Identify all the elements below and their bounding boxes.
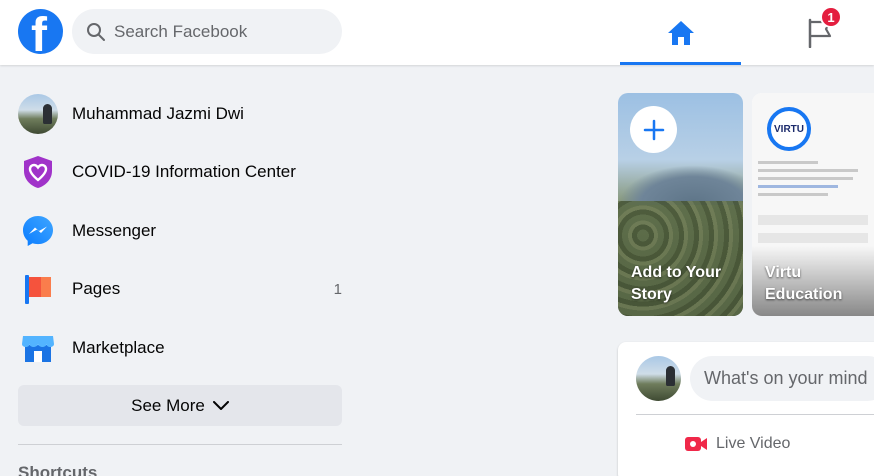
see-more-label: See More <box>131 395 205 415</box>
plus-icon <box>643 119 664 140</box>
sidebar-item-label: Messenger <box>72 221 157 240</box>
story-card-virtu-education[interactable]: VIRTU Virtu Education <box>752 93 874 316</box>
search-input[interactable] <box>114 21 314 42</box>
sidebar-item-pages[interactable]: Pages 1 <box>18 264 348 314</box>
preview-button-row <box>758 233 868 243</box>
top-navigation-bar: f 1 <box>0 0 874 65</box>
notification-badge: 1 <box>820 6 842 28</box>
pages-count: 1 <box>333 280 342 298</box>
sidebar-divider <box>18 444 342 445</box>
story-owner-avatar: VIRTU <box>767 107 811 151</box>
messenger-icon <box>18 211 58 251</box>
sidebar-item-messenger[interactable]: Messenger <box>18 206 348 256</box>
create-story-label: Add to Your Story <box>631 264 722 303</box>
sidebar-item-label: Marketplace <box>72 338 165 357</box>
post-composer: Live Video <box>618 342 874 476</box>
nav-tab-home[interactable] <box>620 0 741 65</box>
sidebar-item-label: Muhammad Jazmi Dwi <box>72 104 244 123</box>
facebook-logo-letter: f <box>31 9 47 55</box>
avatar-figure <box>666 366 675 386</box>
covid-heart-icon <box>18 152 58 192</box>
marketplace-icon <box>18 328 58 368</box>
create-story-card[interactable]: Add to Your Story <box>618 93 743 316</box>
profile-avatar-wrap <box>18 94 58 134</box>
search-icon <box>87 22 105 41</box>
live-video-label: Live Video <box>716 435 791 452</box>
facebook-logo[interactable]: f <box>18 9 63 54</box>
live-video-icon <box>685 437 707 451</box>
avatar <box>636 356 681 401</box>
sidebar-item-covid[interactable]: COVID-19 Information Center <box>18 147 348 197</box>
nav-tab-pages[interactable]: 1 <box>775 0 865 65</box>
live-video-button[interactable]: Live Video <box>654 426 820 462</box>
preview-button-row <box>758 215 868 225</box>
home-icon <box>667 20 694 45</box>
sidebar-item-marketplace[interactable]: Marketplace <box>18 323 348 373</box>
preview-line <box>758 161 818 164</box>
preview-line <box>758 193 828 196</box>
story-background-mountain <box>618 165 743 205</box>
chevron-down-icon <box>212 400 229 410</box>
preview-line <box>758 169 858 172</box>
avatar <box>18 94 58 134</box>
story-owner-logo-text: VIRTU <box>774 123 804 135</box>
search-box[interactable] <box>72 9 342 54</box>
preview-line <box>758 177 853 180</box>
avatar-figure <box>43 104 52 124</box>
active-tab-indicator <box>620 62 741 65</box>
sidebar-item-profile[interactable]: Muhammad Jazmi Dwi <box>18 89 348 139</box>
see-more-button[interactable]: See More <box>18 385 342 426</box>
story-owner-name: Virtu Education <box>765 264 843 303</box>
whats-on-your-mind-input[interactable] <box>690 356 874 401</box>
sidebar-item-label: Pages <box>72 279 121 298</box>
add-story-button[interactable] <box>630 106 677 153</box>
sidebar-item-label: COVID-19 Information Center <box>72 162 296 181</box>
preview-line <box>758 185 838 188</box>
composer-divider <box>636 414 874 415</box>
pages-flag-icon <box>18 269 58 309</box>
shortcuts-heading: Shortcuts <box>18 463 98 476</box>
